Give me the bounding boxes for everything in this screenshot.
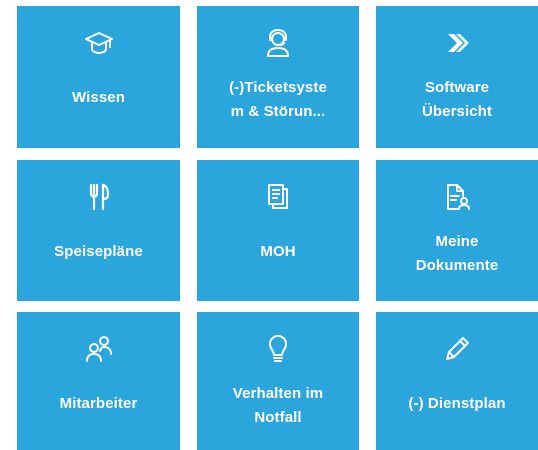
fork-knife-icon	[17, 180, 180, 214]
tile-label: Verhalten im Notfall	[232, 385, 324, 426]
tile-wissen[interactable]: Wissen	[17, 6, 180, 148]
document-user-icon	[376, 180, 538, 214]
tile-speiseplaene[interactable]: Speisepläne	[17, 160, 180, 301]
tile-mitarbeiter[interactable]: Mitarbeiter	[17, 312, 180, 450]
tile-label: MOH	[260, 243, 296, 260]
tile-label: Mitarbeiter	[59, 395, 138, 412]
tile-meine-dokumente[interactable]: Meine Dokumente	[376, 160, 538, 301]
tile-moh[interactable]: MOH	[197, 160, 359, 301]
tile-software-uebersicht[interactable]: Software Übersicht	[376, 6, 538, 148]
tile-ticketsystem[interactable]: (-)Ticketsyste m & Störun...	[197, 6, 359, 148]
lightbulb-icon	[197, 332, 359, 366]
tile-label: (-) Dienstplan	[408, 395, 506, 412]
tile-verhalten-im-notfall[interactable]: Verhalten im Notfall	[197, 312, 359, 450]
tile-label: (-)Ticketsyste m & Störun...	[229, 79, 327, 120]
tile-label: Software Übersicht	[421, 79, 493, 120]
copy-documents-icon	[197, 180, 359, 214]
headset-user-icon	[197, 26, 359, 60]
people-icon	[17, 332, 180, 366]
graduation-cap-icon	[17, 26, 180, 60]
tile-dienstplan[interactable]: (-) Dienstplan	[376, 312, 538, 450]
tile-label: Wissen	[72, 89, 125, 106]
play-arrow-icon	[376, 26, 538, 60]
tile-label: Speisepläne	[54, 243, 143, 260]
tile-label: Meine Dokumente	[415, 233, 499, 274]
pencil-icon	[376, 332, 538, 366]
